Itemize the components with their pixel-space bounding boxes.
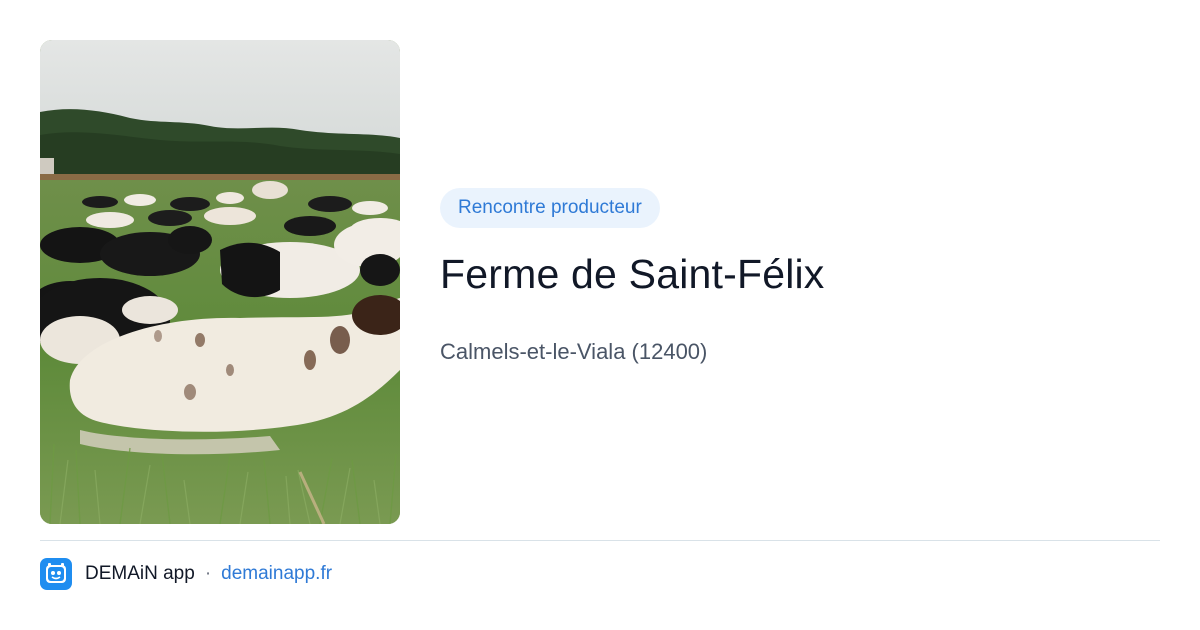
footer-divider	[40, 540, 1160, 541]
footer-separator: ·	[204, 563, 212, 584]
farm-title: Ferme de Saint-Félix	[440, 251, 825, 297]
app-name: DEMAiN app	[85, 563, 195, 584]
share-card: Rencontre producteur Ferme de Saint-Féli…	[0, 0, 1200, 630]
footer: DEMAiN app · demainapp.fr	[40, 558, 332, 590]
location-text: Calmels-et-le-Viala (12400)	[440, 339, 708, 364]
card-content: Rencontre producteur Ferme de Saint-Féli…	[440, 188, 1160, 366]
domain-link[interactable]: demainapp.fr	[221, 563, 332, 585]
demain-app-icon	[40, 558, 72, 590]
category-badge: Rencontre producteur	[440, 188, 660, 228]
cows-in-field-image	[40, 40, 400, 524]
farm-photo	[40, 40, 400, 524]
